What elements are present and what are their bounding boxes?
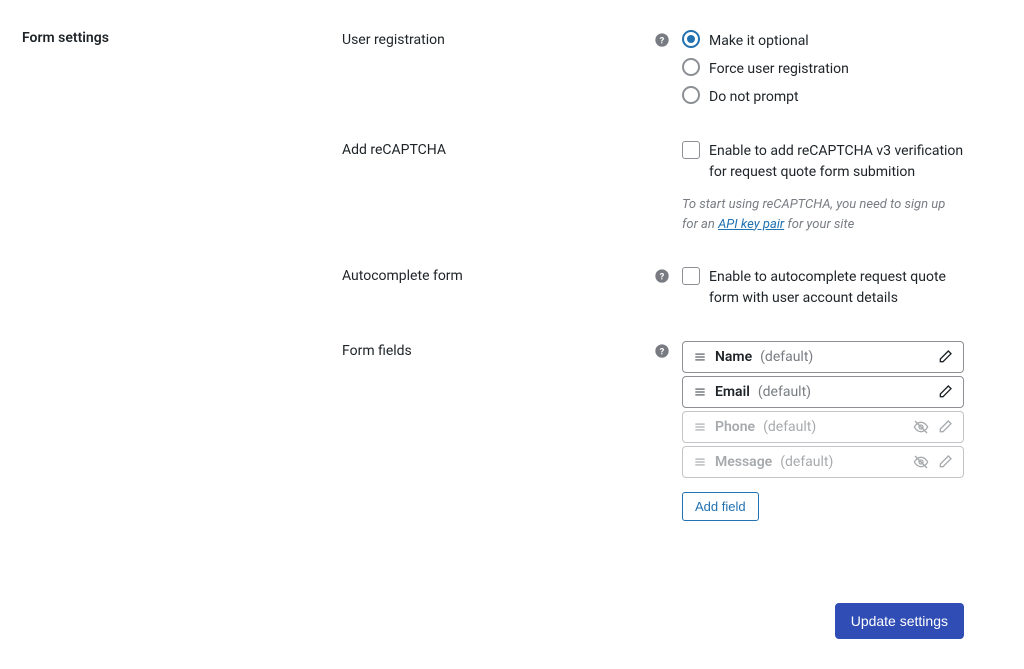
radio-label-no-prompt: Do not prompt: [709, 86, 799, 108]
pencil-icon[interactable]: [937, 349, 953, 365]
field-row[interactable]: Name (default): [682, 341, 964, 373]
checkbox-label-autocomplete: Enable to autocomplete request quote for…: [709, 266, 964, 309]
api-key-pair-link[interactable]: API key pair: [718, 217, 784, 232]
radio-label-force: Force user registration: [709, 58, 849, 80]
field-row[interactable]: Email (default): [682, 376, 964, 408]
pencil-icon[interactable]: [937, 454, 953, 470]
field-suffix: (default): [760, 349, 813, 365]
radio-do-not-prompt[interactable]: [682, 86, 700, 104]
svg-text:?: ?: [660, 271, 665, 282]
radio-label-optional: Make it optional: [709, 30, 809, 52]
field-name: Email: [715, 384, 750, 400]
add-field-button[interactable]: Add field: [682, 492, 759, 521]
field-row[interactable]: Phone (default): [682, 411, 964, 443]
checkbox-recaptcha[interactable]: [682, 141, 700, 159]
svg-text:?: ?: [660, 35, 665, 46]
field-suffix: (default): [758, 384, 811, 400]
recaptcha-helper: To start using reCAPTCHA, you need to si…: [682, 195, 964, 234]
form-fields-label: Form fields: [342, 341, 642, 359]
drag-icon[interactable]: [693, 420, 707, 434]
settings-column: User registration ? Make it optional For…: [342, 30, 964, 553]
drag-icon[interactable]: [693, 385, 707, 399]
checkbox-autocomplete[interactable]: [682, 267, 700, 285]
setting-user-registration: User registration ? Make it optional For…: [342, 30, 964, 108]
section-title: Form settings: [22, 30, 342, 553]
user-registration-label: User registration: [342, 30, 642, 48]
help-icon[interactable]: ?: [654, 343, 670, 359]
checkbox-label-recaptcha: Enable to add reCAPTCHA v3 verification …: [709, 140, 964, 183]
field-name: Phone: [715, 419, 755, 435]
setting-recaptcha: Add reCAPTCHA Enable to add reCAPTCHA v3…: [342, 140, 964, 234]
svg-text:?: ?: [660, 346, 665, 357]
field-suffix: (default): [780, 454, 833, 470]
help-icon[interactable]: ?: [654, 32, 670, 48]
field-name: Message: [715, 454, 772, 470]
field-row[interactable]: Message (default): [682, 446, 964, 478]
radio-force-registration[interactable]: [682, 58, 700, 76]
pencil-icon[interactable]: [937, 384, 953, 400]
eye-off-icon[interactable]: [913, 454, 929, 470]
setting-autocomplete: Autocomplete form ? Enable to autocomple…: [342, 266, 964, 309]
eye-off-icon[interactable]: [913, 419, 929, 435]
recaptcha-label: Add reCAPTCHA: [342, 140, 642, 158]
drag-icon[interactable]: [693, 455, 707, 469]
radio-make-optional[interactable]: [682, 30, 700, 48]
pencil-icon[interactable]: [937, 419, 953, 435]
setting-form-fields: Form fields ? Name (default)Email (defau…: [342, 341, 964, 521]
field-suffix: (default): [763, 419, 816, 435]
autocomplete-label: Autocomplete form: [342, 266, 642, 284]
form-fields-list: Name (default)Email (default)Phone (defa…: [682, 341, 964, 478]
drag-icon[interactable]: [693, 350, 707, 364]
field-name: Name: [715, 349, 752, 365]
help-icon[interactable]: ?: [654, 268, 670, 284]
update-settings-button[interactable]: Update settings: [835, 603, 964, 639]
